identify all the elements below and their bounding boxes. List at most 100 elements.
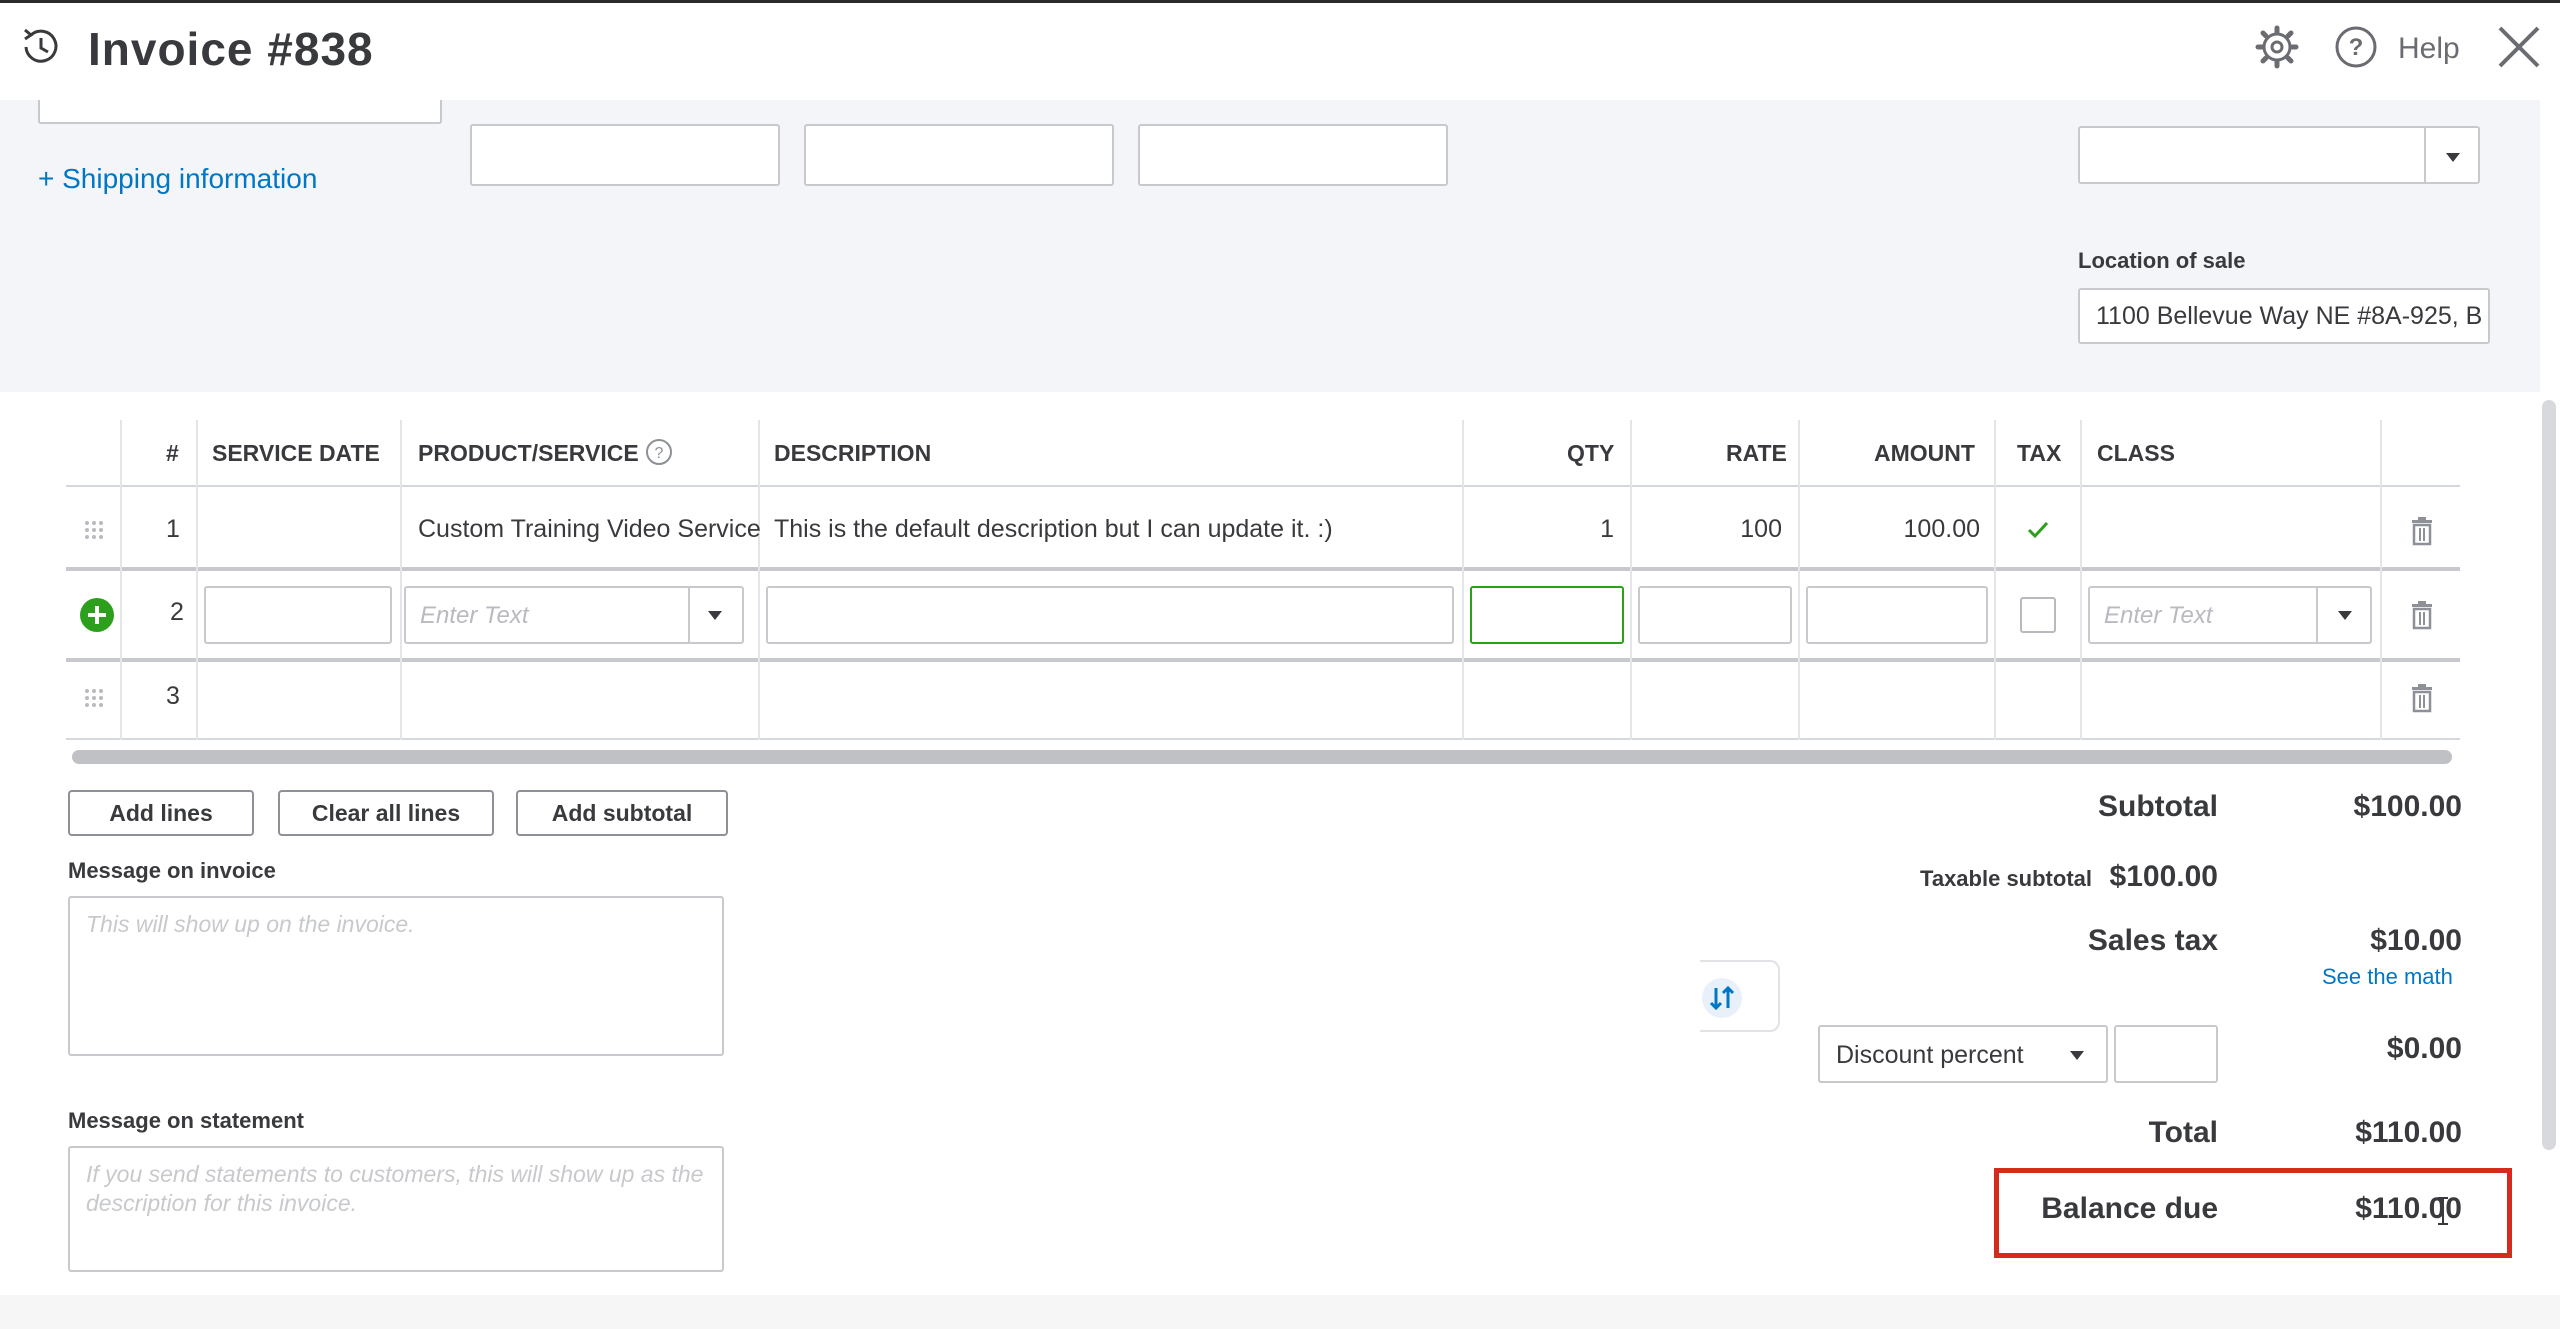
col-divider bbox=[1994, 420, 1996, 740]
product-select-divider bbox=[688, 588, 690, 642]
col-divider bbox=[400, 420, 402, 740]
col-divider bbox=[2080, 420, 2082, 740]
row-2-number: 2 bbox=[170, 598, 184, 626]
row-2-rate-input[interactable] bbox=[1638, 586, 1792, 644]
column-header-product-service: PRODUCT/SERVICE bbox=[418, 440, 639, 466]
row-1-product[interactable]: Custom Training Video Service bbox=[418, 515, 761, 544]
sales-tax-value: $10.00 bbox=[2370, 924, 2462, 957]
row-1-trash-icon[interactable] bbox=[2410, 516, 2434, 546]
see-the-math-link[interactable]: See the math bbox=[2322, 964, 2453, 990]
close-icon[interactable] bbox=[2492, 20, 2546, 74]
column-header-class: CLASS bbox=[2097, 440, 2175, 466]
row-2-class-input[interactable]: Enter Text bbox=[2088, 586, 2372, 644]
col-divider bbox=[1798, 420, 1800, 740]
row-2-amount-input[interactable] bbox=[1806, 586, 1988, 644]
message-on-statement-label: Message on statement bbox=[68, 1108, 304, 1133]
column-header-number: # bbox=[166, 440, 179, 466]
total-label: Total bbox=[2148, 1116, 2218, 1149]
total-value: $110.00 bbox=[2355, 1116, 2462, 1149]
col-divider bbox=[2380, 420, 2382, 740]
col-divider bbox=[758, 420, 760, 740]
balance-due-value: $110.00 bbox=[2355, 1192, 2462, 1225]
tax-checkmark-icon bbox=[2027, 521, 2049, 539]
select-divider bbox=[2424, 128, 2426, 182]
chevron-down-icon[interactable] bbox=[2338, 611, 2352, 620]
shipping-information-link[interactable]: + Shipping information bbox=[38, 163, 317, 195]
taxable-subtotal-label: Taxable subtotal bbox=[1920, 866, 2092, 891]
top-select-field[interactable] bbox=[2078, 126, 2480, 184]
footer-strip bbox=[0, 1295, 2560, 1329]
clear-all-lines-button[interactable]: Clear all lines bbox=[278, 790, 494, 836]
chevron-down-icon[interactable] bbox=[2070, 1051, 2084, 1060]
add-lines-button[interactable]: Add lines bbox=[68, 790, 254, 836]
row-2-description-input[interactable] bbox=[766, 586, 1454, 644]
table-header-divider bbox=[66, 485, 2460, 487]
subtotal-label: Subtotal bbox=[2098, 790, 2218, 823]
row-1-divider bbox=[66, 567, 2460, 571]
discount-type-select[interactable]: Discount percent bbox=[1818, 1025, 2108, 1083]
vertical-scrollbar[interactable] bbox=[2542, 400, 2556, 1150]
row-3-divider bbox=[66, 738, 2460, 740]
row-2-divider bbox=[66, 658, 2460, 662]
chevron-down-icon[interactable] bbox=[708, 611, 722, 620]
message-on-statement-input[interactable]: If you send statements to customers, thi… bbox=[68, 1146, 724, 1272]
column-header-rate: RATE bbox=[1726, 440, 1787, 466]
chevron-down-icon[interactable] bbox=[2446, 153, 2460, 162]
row-1-description[interactable]: This is the default description but I ca… bbox=[774, 515, 1333, 544]
col-divider bbox=[1462, 420, 1464, 740]
add-line-plus-icon[interactable] bbox=[79, 597, 115, 633]
top-rule bbox=[0, 0, 2560, 3]
row-1-number: 1 bbox=[166, 515, 180, 543]
add-subtotal-button[interactable]: Add subtotal bbox=[516, 790, 728, 836]
message-on-invoice-label: Message on invoice bbox=[68, 858, 276, 883]
discount-amount-value: $0.00 bbox=[2386, 1032, 2462, 1065]
drag-handle-icon[interactable] bbox=[84, 688, 104, 708]
column-header-service-date: SERVICE DATE bbox=[212, 440, 380, 466]
text-cursor-icon bbox=[2438, 1197, 2448, 1225]
balance-due-label: Balance due bbox=[2041, 1192, 2218, 1225]
row-1-amount[interactable]: 100.00 bbox=[1820, 515, 1980, 544]
recent-history-icon[interactable] bbox=[16, 22, 66, 72]
row-3-number: 3 bbox=[166, 682, 180, 710]
swap-arrows-icon bbox=[1702, 978, 1742, 1018]
customer-address-field[interactable] bbox=[38, 100, 442, 124]
column-header-qty: QTY bbox=[1567, 440, 1615, 466]
row-2-trash-icon[interactable] bbox=[2410, 600, 2434, 630]
row-2-tax-checkbox[interactable] bbox=[2020, 597, 2056, 633]
drag-handle-icon[interactable] bbox=[84, 520, 104, 540]
taxable-subtotal-value: $100.00 bbox=[2109, 860, 2218, 893]
terms-field[interactable] bbox=[1138, 124, 1448, 186]
page-title: Invoice #838 bbox=[88, 23, 374, 75]
location-of-sale-label: Location of sale bbox=[2078, 248, 2246, 273]
row-1-rate[interactable]: 100 bbox=[1660, 515, 1782, 544]
row-2-product-input[interactable]: Enter Text bbox=[404, 586, 744, 644]
row-1-qty[interactable]: 1 bbox=[1500, 515, 1614, 544]
row-2-service-date-input[interactable] bbox=[204, 586, 392, 644]
row-2-qty-input[interactable] bbox=[1470, 586, 1624, 644]
horizontal-scrollbar[interactable] bbox=[72, 750, 2452, 764]
col-divider bbox=[1630, 420, 1632, 740]
svg-text:?: ? bbox=[655, 445, 664, 462]
settings-gear-icon[interactable] bbox=[2252, 22, 2302, 72]
tax-discount-swap-button[interactable] bbox=[1700, 960, 1780, 1032]
col-divider bbox=[120, 420, 122, 740]
discount-value-input[interactable] bbox=[2114, 1025, 2218, 1083]
help-link[interactable]: Help bbox=[2398, 32, 2460, 66]
sales-tax-label: Sales tax bbox=[2087, 924, 2218, 957]
class-select-divider bbox=[2316, 588, 2318, 642]
help-icon[interactable]: ? bbox=[2333, 24, 2379, 70]
location-of-sale-input[interactable]: 1100 Bellevue Way NE #8A-925, B bbox=[2078, 288, 2490, 344]
message-on-invoice-input[interactable]: This will show up on the invoice. bbox=[68, 896, 724, 1056]
column-header-description: DESCRIPTION bbox=[774, 440, 932, 466]
col-divider bbox=[196, 420, 198, 740]
invoice-date-field[interactable] bbox=[470, 124, 780, 186]
column-header-tax: TAX bbox=[2017, 440, 2062, 466]
discount-type-value: Discount percent bbox=[1836, 1041, 2024, 1069]
svg-text:?: ? bbox=[2349, 34, 2364, 61]
due-date-field[interactable] bbox=[804, 124, 1114, 186]
product-help-icon[interactable]: ? bbox=[644, 437, 674, 467]
subtotal-value: $100.00 bbox=[2353, 790, 2462, 823]
row-3-trash-icon[interactable] bbox=[2410, 683, 2434, 713]
column-header-amount: AMOUNT bbox=[1874, 440, 1975, 466]
title-bar: Invoice #838 ? Help bbox=[0, 0, 2560, 100]
